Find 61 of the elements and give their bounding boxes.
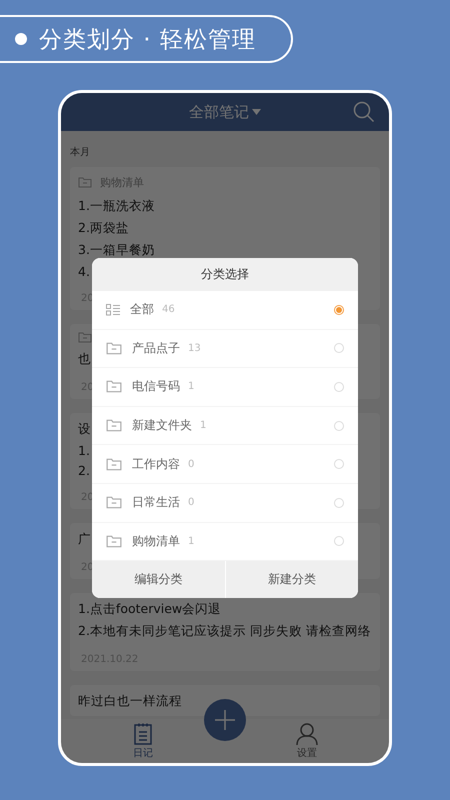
note-line: 4. xyxy=(78,264,90,279)
search-icon xyxy=(353,101,375,123)
radio-button[interactable] xyxy=(334,498,344,508)
folder-icon xyxy=(78,177,92,188)
folder-icon xyxy=(106,496,122,510)
note-line: 2.本地有未同步笔记应该提示 同步失败 请检查网络 xyxy=(78,623,371,640)
category-row[interactable]: 日常生活 0 xyxy=(92,484,358,523)
category-name: 电信号码 xyxy=(132,378,180,396)
radio-button[interactable] xyxy=(334,382,344,392)
category-name: 购物清单 xyxy=(132,532,180,550)
category-count: 0 xyxy=(188,458,196,470)
folder-icon xyxy=(106,534,122,548)
plus-icon xyxy=(215,710,235,730)
note-line: 3.一箱早餐奶 xyxy=(78,242,155,259)
banner-title: 分类划分 · 轻松管理 xyxy=(39,26,256,54)
dropdown-caret-icon xyxy=(252,109,261,115)
radio-button[interactable] xyxy=(334,420,344,431)
folder-icon xyxy=(78,332,92,343)
category-row[interactable]: 工作内容 0 xyxy=(92,445,358,484)
category-name: 新建文件夹 xyxy=(132,417,192,434)
dialog-button[interactable]: 新建分类 xyxy=(224,561,358,598)
radio-button[interactable] xyxy=(334,459,344,470)
radio-button[interactable] xyxy=(334,536,344,546)
category-count: 0 xyxy=(188,497,196,508)
dialog-title: 分类选择 xyxy=(92,258,358,291)
list-icon xyxy=(106,304,120,316)
note-line: 1.一瓶洗衣液 xyxy=(78,198,155,215)
note-line: 广 xyxy=(78,531,91,548)
nav-tab[interactable]: 日记 xyxy=(123,722,163,760)
category-count: 1 xyxy=(188,381,196,392)
person-icon xyxy=(296,722,318,744)
note-line: 2.两袋盐 xyxy=(78,220,129,237)
note-card[interactable]: 昨过白也一样流程 xyxy=(70,685,380,716)
note-line: 昨过白也一样流程 xyxy=(78,693,182,710)
category-row[interactable]: 产品点子 13 xyxy=(92,330,358,368)
category-count: 1 xyxy=(200,420,208,432)
folder-icon xyxy=(106,458,122,471)
folder-icon xyxy=(106,419,122,432)
radio-button[interactable] xyxy=(334,304,344,315)
note-line: 1. xyxy=(78,443,90,458)
category-count: 13 xyxy=(188,342,202,354)
category-name: 工作内容 xyxy=(132,456,180,473)
folder-icon xyxy=(106,342,122,355)
radio-button[interactable] xyxy=(334,343,344,354)
category-name: 产品点子 xyxy=(132,340,180,357)
bullet-dot xyxy=(15,33,27,45)
note-line: 也 xyxy=(78,351,91,368)
category-row[interactable]: 全部 46 xyxy=(92,291,358,330)
section-label: 本月 xyxy=(70,146,90,159)
add-button[interactable] xyxy=(204,699,246,741)
nav-tab[interactable]: 设置 xyxy=(287,722,327,760)
category-row[interactable]: 新建文件夹 1 xyxy=(92,406,358,446)
note-line: 1.点击footerview会闪退 xyxy=(78,601,222,618)
category-row[interactable]: 电信号码 1 xyxy=(92,368,358,407)
notepad-icon xyxy=(134,722,152,744)
note-line: 2. xyxy=(78,463,90,478)
category-count: 1 xyxy=(188,536,196,547)
note-line: 设 xyxy=(78,421,91,438)
category-name: 日常生活 xyxy=(132,494,180,512)
search-button[interactable] xyxy=(353,101,375,123)
folder-icon xyxy=(106,380,122,394)
